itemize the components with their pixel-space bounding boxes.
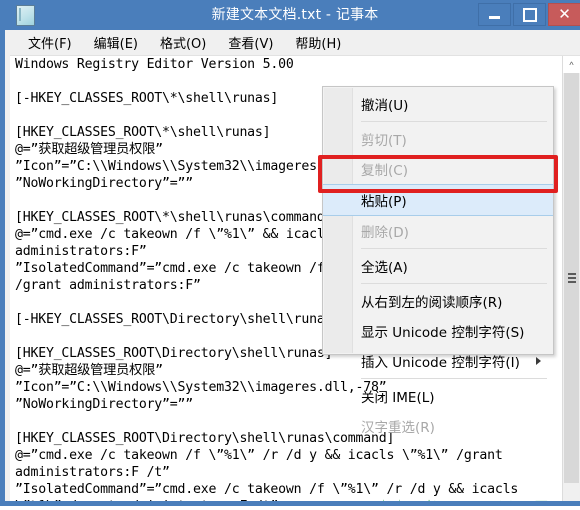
context-menu-item-label: 关闭 IME(L) (361, 390, 435, 406)
context-menu-item-label: 显示 Unicode 控制字符(S) (361, 325, 525, 341)
context-menu[interactable]: 撤消(U) 剪切(T) 复制(C) 粘贴(P) 删除(D) 全选(A) 从右到左的阅读顺序(… (322, 86, 554, 436)
maximize-icon (522, 7, 537, 22)
close-button[interactable]: ✕ (548, 3, 580, 26)
context-menu-item[interactable]: 撤消(U) (323, 89, 553, 119)
menu-help[interactable]: 帮助(H) (286, 30, 350, 55)
context-menu-item[interactable]: 从右到左的阅读顺序(R) (323, 286, 553, 316)
context-menu-separator (361, 283, 547, 284)
minimize-icon (489, 16, 500, 19)
editor-line: @=”cmd.exe /c takeown /f \”%1\” /r /d y … (15, 448, 503, 463)
maximize-button[interactable] (513, 3, 546, 26)
context-menu-item-label: 撤消(U) (361, 98, 409, 114)
editor-line: ”IsolatedCommand”=”cmd.exe /c takeown /f… (15, 482, 519, 497)
context-menu-item[interactable]: 关闭 IME(L) (323, 381, 553, 411)
context-menu-item: 删除(D) (323, 216, 553, 246)
scrollbar-thumb[interactable] (564, 73, 579, 483)
editor-line: Windows Registry Editor Version 5.00 (15, 57, 294, 72)
scrollbar-grip-icon (568, 273, 576, 283)
context-menu-item-label: 粘贴(P) (361, 194, 407, 210)
vertical-scrollbar[interactable]: ^ (562, 56, 580, 501)
screenshot-root: 新建文本文档.txt - 记事本 ✕ 文件(F) 编辑(E) 格式(O) 查看(… (0, 0, 580, 510)
menu-view[interactable]: 查看(V) (219, 30, 282, 55)
menu-format[interactable]: 格式(O) (151, 30, 215, 55)
menu-file[interactable]: 文件(F) (19, 30, 81, 55)
context-menu-item-label: 汉字重选(R) (361, 420, 435, 436)
title-bar[interactable]: 新建文本文档.txt - 记事本 ✕ (5, 0, 580, 30)
context-menu-item-label: 从右到左的阅读顺序(R) (361, 295, 503, 311)
context-menu-item[interactable]: 显示 Unicode 控制字符(S) (323, 316, 553, 346)
context-menu-item[interactable]: 粘贴(P) (323, 184, 553, 216)
context-menu-item: 剪切(T) (323, 124, 553, 154)
context-menu-separator (361, 248, 547, 249)
editor-line: \”%1\” /grant administrators:F /t” (15, 498, 562, 501)
submenu-arrow-icon (536, 357, 541, 365)
context-menu-separator (361, 378, 547, 379)
editor-line: administrators:F /t” (15, 465, 170, 480)
context-menu-item-label: 插入 Unicode 控制字符(I) (361, 355, 520, 371)
context-menu-item[interactable]: 插入 Unicode 控制字符(I) (323, 346, 553, 376)
menu-bar: 文件(F) 编辑(E) 格式(O) 查看(V) 帮助(H) (10, 30, 580, 56)
context-menu-item: 汉字重选(R) (323, 411, 553, 441)
window-controls: ✕ (478, 3, 580, 26)
scroll-up-icon[interactable]: ^ (563, 56, 580, 73)
menu-edit[interactable]: 编辑(E) (85, 30, 147, 55)
context-menu-item: 复制(C) (323, 154, 553, 184)
context-menu-item-label: 删除(D) (361, 225, 409, 241)
context-menu-item-label: 复制(C) (361, 163, 408, 179)
minimize-button[interactable] (478, 3, 511, 26)
context-menu-item-label: 全选(A) (361, 260, 408, 276)
context-menu-item[interactable]: 全选(A) (323, 251, 553, 281)
context-menu-separator (361, 121, 547, 122)
notepad-icon (16, 4, 35, 26)
context-menu-item-label: 剪切(T) (361, 133, 407, 149)
